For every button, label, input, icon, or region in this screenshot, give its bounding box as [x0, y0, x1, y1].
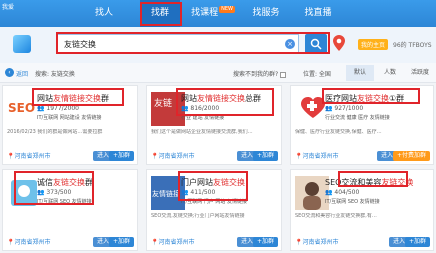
group-location: 📍河南省郑州市 — [7, 153, 51, 160]
group-avatar: 友链 — [151, 92, 185, 126]
group-card[interactable]: 医疗网站友链交换①群 👥 927/1000 行业交流 健康 医疗 友情链接 保健… — [290, 85, 434, 165]
location-select[interactable]: 位置: 全国 — [303, 69, 331, 78]
group-card[interactable]: 诚信友链交换群 👥 373/500 IT/互联网 SEO 友情链接 📍河南省郑州… — [2, 169, 138, 251]
group-location: 📍河南省郑州市 — [295, 153, 339, 160]
member-count: 👥 411/500 — [181, 189, 216, 196]
group-title[interactable]: 门户网站友链交换 — [181, 177, 245, 188]
checkbox-icon[interactable] — [280, 71, 287, 78]
user-name[interactable]: 96的 TFBOYS — [393, 40, 432, 49]
join-button[interactable]: +加群 — [252, 151, 278, 161]
nav-find-service[interactable]: 找服务 — [245, 0, 287, 27]
app-logo-text: 我爱 — [2, 4, 15, 11]
group-location: 📍河南省郑州市 — [151, 153, 195, 160]
group-tags: 行业 建站 友情链接 — [181, 115, 225, 121]
search-box[interactable]: × — [57, 34, 299, 54]
back-link[interactable]: 返回 — [16, 69, 28, 78]
svg-text:SEO: SEO — [8, 101, 35, 115]
join-button[interactable]: +加群 — [404, 237, 430, 247]
group-title[interactable]: 诚信友链交换群 — [37, 177, 93, 188]
nav-find-course[interactable]: 找课程 NEW — [188, 0, 238, 27]
nav-find-group[interactable]: 找群 — [140, 0, 180, 27]
group-tags: 行业交流 健康 医疗 友情链接 — [325, 115, 390, 121]
group-tags: IT/互联网 网站建设 友情链接 — [37, 115, 102, 121]
group-tags: IT/互联网 门户 网站 友情链接 — [181, 199, 247, 205]
join-button[interactable]: +加群 — [252, 237, 278, 247]
member-count: 👥 816/2000 — [181, 105, 220, 112]
app-logo-icon — [13, 35, 31, 53]
nav-find-live[interactable]: 找直播 — [296, 0, 340, 27]
member-count: 👥 1977/2000 — [37, 105, 79, 112]
paid-join-button[interactable]: +付费加群 — [392, 151, 430, 161]
svg-text:友链: 友链 — [154, 97, 172, 109]
group-card[interactable]: SEO 网站友情链接交换群 👥 1977/2000 IT/互联网 网站建设 友情… — [2, 85, 138, 165]
join-button[interactable]: +加群 — [108, 237, 134, 247]
nav-find-people[interactable]: 找人 — [82, 0, 126, 27]
group-results-grid: SEO 网站友情链接交换群 👥 1977/2000 IT/互联网 网站建设 友情… — [0, 83, 436, 253]
group-location: 📍河南省郑州市 — [151, 239, 195, 246]
tab-default[interactable]: 默认 — [346, 65, 374, 81]
clear-icon[interactable]: × — [285, 39, 295, 49]
search-icon — [310, 38, 322, 50]
group-desc: 我们这个是做网站企业友情链接交流群,我们… — [151, 129, 253, 135]
group-desc: 保健、医疗行业友链交换,保健、医疗… — [295, 129, 382, 135]
hide-full-toggle[interactable]: 搜索不到我的群? — [233, 69, 287, 78]
group-location: 📍河南省郑州市 — [7, 239, 51, 246]
group-title[interactable]: 网站友情链接交换群 — [37, 93, 109, 104]
group-avatar — [7, 176, 41, 210]
group-tags: IT/互联网 SEO 友情链接 — [325, 199, 380, 205]
group-desc: 2016/02/23 我们的群是做网站…需要拉群 — [7, 129, 103, 135]
group-desc: SEO交流和美容行业友链交换群,有… — [295, 213, 377, 219]
user-home-tag[interactable]: 我的主页 — [358, 39, 389, 50]
search-query-info: 搜索: 友链交换 — [35, 71, 75, 78]
join-button[interactable]: +加群 — [108, 151, 134, 161]
group-avatar — [295, 92, 329, 126]
search-button[interactable] — [305, 34, 327, 54]
member-count: 👥 927/1000 — [325, 105, 364, 112]
group-avatar — [295, 176, 329, 210]
member-count: 👥 373/500 — [37, 189, 72, 196]
tab-activity[interactable]: 活跃度 — [406, 65, 434, 81]
back-icon[interactable]: ‹ — [5, 68, 14, 77]
search-input[interactable] — [64, 38, 264, 51]
group-card[interactable]: 友链 网站友情链接交换总群 👥 816/2000 行业 建站 友情链接 我们这个… — [146, 85, 282, 165]
new-badge: NEW — [219, 6, 235, 13]
group-title[interactable]: 网站友情链接交换总群 — [181, 93, 261, 104]
group-title[interactable]: SEO交流和美容友链交换 — [325, 177, 413, 188]
svg-text:友情链接: 友情链接 — [152, 189, 180, 198]
group-desc: SEO交流,友链交换;行业门户网站友情链接 — [151, 213, 245, 219]
group-card[interactable]: 友情链接 门户网站友链交换 👥 411/500 IT/互联网 门户 网站 友情链… — [146, 169, 282, 251]
top-nav-bar: 我爱 找人 找群 找课程 NEW 找服务 找直播 — [0, 0, 436, 27]
group-avatar: SEO — [7, 92, 41, 126]
tab-members[interactable]: 人数 — [376, 65, 404, 81]
member-count: 👥 404/500 — [325, 189, 360, 196]
filter-bar: ‹ 返回 搜索: 友链交换 搜索不到我的群? 位置: 全国 默认 人数 活跃度 — [0, 63, 436, 83]
location-pin-icon[interactable] — [333, 35, 345, 51]
group-card[interactable]: SEO交流和美容友链交换 👥 404/500 IT/互联网 SEO 友情链接 S… — [290, 169, 434, 251]
group-tags: IT/互联网 SEO 友情链接 — [37, 199, 92, 205]
search-row: × 我的主页 96的 TFBOYS — [0, 27, 436, 63]
group-location: 📍河南省郑州市 — [295, 239, 339, 246]
group-avatar: 友情链接 — [151, 176, 185, 210]
group-title[interactable]: 医疗网站友链交换①群 — [325, 93, 404, 104]
